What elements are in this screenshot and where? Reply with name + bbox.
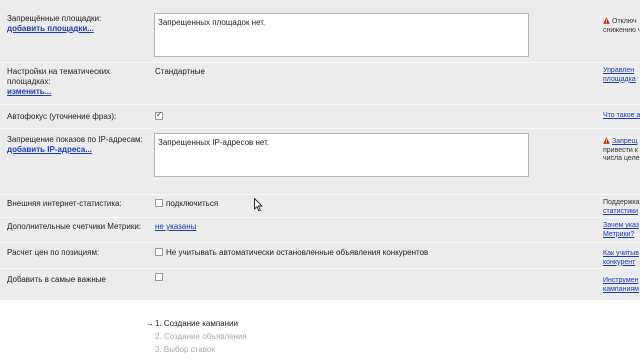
forbidden-sites-label-text: Запрещённые площадки:: [7, 14, 102, 23]
row-divider: [0, 242, 640, 243]
add-ip-addresses-link[interactable]: добавить IP-адреса...: [7, 145, 147, 155]
row-divider: [0, 104, 640, 105]
position-pricing-hint: Как учитыв конкурент: [603, 250, 640, 267]
campaign-settings-page: Запрещённые площадки: добавить площадки.…: [0, 0, 640, 360]
external-stats-help-link[interactable]: статистики: [603, 208, 640, 217]
ip-ban-hint-line1: привести к: [603, 146, 638, 154]
ip-ban-hint-line2: числа целев: [603, 155, 640, 162]
settings-form: Запрещённые площадки: добавить площадки.…: [0, 0, 640, 300]
metrika-counters-hint: Зачем указ Метрики?: [603, 222, 640, 239]
step-choose-bids: 3. Выбор ставок: [146, 343, 247, 356]
step-create-ad: 2. Создание объявления: [146, 330, 247, 343]
theme-settings-help-link-2[interactable]: площадка: [603, 76, 640, 85]
external-stats-checkbox[interactable]: [155, 199, 163, 207]
metrika-help-link-2[interactable]: Метрики?: [603, 231, 640, 240]
step-create-ad-label: 2. Создание объявления: [155, 332, 247, 341]
step-create-campaign-label: 1. Создание кампании: [155, 319, 238, 328]
forbidden-sites-label: Запрещённые площадки: добавить площадки.…: [7, 14, 147, 34]
theme-settings-help-link-1[interactable]: Управлен: [603, 67, 640, 76]
row-divider: [0, 62, 640, 63]
metrika-help-link-1[interactable]: Зачем указ: [603, 222, 640, 231]
important-help-link-1[interactable]: Инструмен: [603, 277, 640, 286]
important-help-link-2[interactable]: кампаниям: [603, 286, 640, 295]
position-pricing-help-link-1[interactable]: Как учитыв: [603, 250, 640, 259]
row-divider: [0, 217, 640, 218]
theme-settings-label-text: Настройки на тематических площадках:: [7, 67, 111, 86]
add-sites-link[interactable]: добавить площадки...: [7, 24, 147, 34]
forbidden-sites-hint-line2: снижению ч: [603, 26, 640, 34]
ip-ban-label: Запрещение показов по IP-адресам: добави…: [7, 135, 147, 155]
position-pricing-checkbox-label[interactable]: Не учитывать автоматически остановленные…: [166, 248, 428, 258]
external-stats-checkbox-label[interactable]: подключиться: [166, 199, 218, 209]
arrow-right-icon: →: [146, 319, 154, 328]
ip-ban-help-link[interactable]: Запрещ: [612, 138, 637, 145]
important-label: Добавить в самые важные: [7, 275, 106, 284]
wizard-steps: → 1. Создание кампании 2. Создание объяв…: [146, 317, 247, 356]
position-pricing-help-link-2[interactable]: конкурент: [603, 259, 640, 268]
theme-settings-value: Стандартные: [155, 67, 205, 76]
warning-triangle-icon: [603, 17, 610, 24]
important-hint: Инструмен кампаниям: [603, 277, 640, 294]
step-create-campaign: → 1. Создание кампании: [146, 317, 247, 330]
theme-settings-hint: Управлен площадка: [603, 67, 640, 84]
autofocus-checkbox[interactable]: [155, 110, 163, 120]
autofocus-help-link[interactable]: Что такое а: [603, 112, 640, 121]
step-choose-bids-label: 3. Выбор ставок: [155, 345, 215, 354]
important-checkbox[interactable]: [155, 273, 163, 281]
warning-triangle-icon: [603, 137, 610, 144]
row-divider: [0, 268, 640, 269]
metrika-counters-label: Дополнительные счетчики Метрики:: [7, 222, 142, 231]
position-pricing-checkbox[interactable]: [155, 248, 163, 256]
theme-settings-label: Настройки на тематических площадках: изм…: [7, 67, 147, 97]
metrika-counters-link[interactable]: не указаны: [155, 222, 196, 232]
row-divider: [0, 128, 640, 129]
external-stats-hint-text: Поддержка: [603, 199, 640, 206]
external-stats-label: Внешняя интернет-статистика:: [7, 199, 122, 208]
row-divider: [0, 194, 640, 195]
forbidden-sites-hint-line1: Отключ: [612, 18, 637, 25]
ip-ban-label-text: Запрещение показов по IP-адресам:: [7, 135, 143, 144]
ip-ban-textarea[interactable]: Запрещенных IP-адресов нет.: [154, 133, 529, 177]
autofocus-hint: Что такое а: [603, 112, 640, 121]
change-theme-settings-link[interactable]: изменить...: [7, 87, 147, 97]
position-pricing-label: Расчет цен по позициям:: [7, 248, 100, 257]
mouse-cursor-icon: [254, 197, 264, 212]
autofocus-label: Автофокус (уточнение фраз):: [7, 112, 117, 121]
forbidden-sites-hint: Отключ снижению ч: [603, 17, 640, 35]
external-stats-hint: Поддержка статистики: [603, 199, 640, 216]
forbidden-sites-textarea[interactable]: Запрещенных площадок нет.: [154, 13, 529, 57]
ip-ban-hint: Запрещ привести к числа целев: [603, 137, 640, 164]
